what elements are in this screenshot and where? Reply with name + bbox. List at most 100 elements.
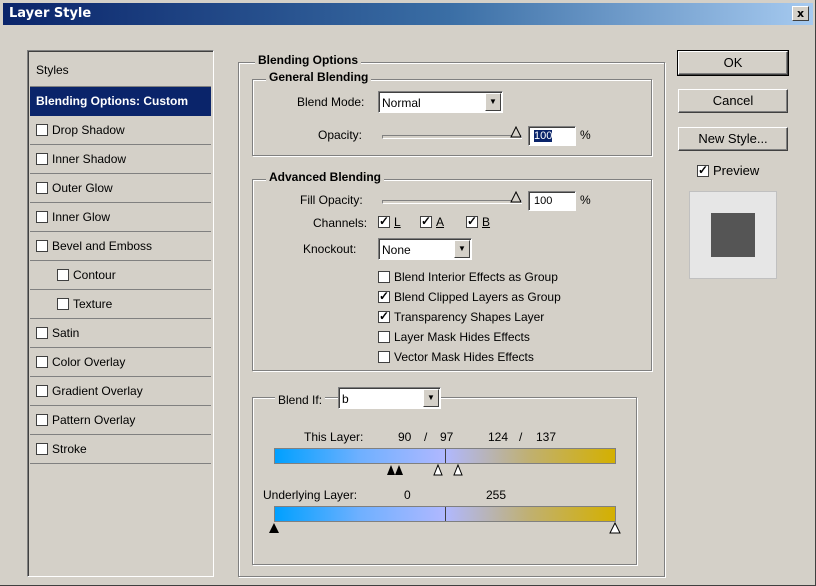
this-layer-high: 124 (488, 430, 509, 444)
style-item-blending-options[interactable]: Blending Options: Custom (30, 87, 211, 116)
checkbox[interactable] (36, 327, 48, 339)
blend-mode-value: Normal (382, 96, 421, 110)
fill-opacity-input[interactable]: 100 (528, 191, 576, 211)
option-label: Vector Mask Hides Effects (394, 350, 534, 364)
style-item-texture[interactable]: Texture (30, 290, 211, 319)
style-item-outer-glow[interactable]: Outer Glow (30, 174, 211, 203)
styles-header[interactable]: Styles (30, 53, 211, 87)
option-blend-interior-effects-as-group-checkbox[interactable]: Blend Interior Effects as Group (378, 270, 558, 284)
chevron-down-icon: ▼ (423, 389, 439, 407)
cancel-button[interactable]: Cancel (678, 89, 788, 113)
style-item-label: Satin (52, 326, 80, 340)
underlying-layer-ramp-split (445, 507, 446, 521)
style-item-label: Outer Glow (52, 181, 113, 195)
opacity-label: Opacity: (318, 128, 363, 142)
checkbox[interactable] (378, 351, 390, 363)
channel-a-label: A (436, 215, 445, 229)
underlying-layer-sliders[interactable] (268, 522, 628, 535)
channel-l-checkbox[interactable]: L (378, 214, 401, 229)
style-item-drop-shadow[interactable]: Drop Shadow (30, 116, 211, 145)
checkbox[interactable] (36, 124, 48, 136)
opacity-slider-thumb[interactable] (510, 126, 522, 138)
checkbox[interactable] (36, 414, 48, 426)
knockout-value: None (382, 243, 411, 257)
checkbox[interactable] (378, 289, 390, 303)
style-item-contour[interactable]: Contour (30, 261, 211, 290)
blend-mode-label: Blend Mode: (297, 95, 365, 109)
blend-mode-select[interactable]: Normal ▼ (378, 91, 503, 113)
style-item-label: Drop Shadow (52, 123, 125, 137)
underlying-layer-high: 255 (486, 488, 507, 502)
checkbox[interactable] (57, 298, 69, 310)
checkbox[interactable] (36, 385, 48, 397)
checkbox[interactable] (36, 182, 48, 194)
style-item-inner-shadow[interactable]: Inner Shadow (30, 145, 211, 174)
option-label: Blend Interior Effects as Group (394, 270, 558, 284)
fill-opacity-slider-thumb[interactable] (510, 191, 522, 203)
underlying-layer-ramp[interactable] (274, 506, 616, 522)
option-vector-mask-hides-effects-checkbox[interactable]: Vector Mask Hides Effects (378, 350, 534, 364)
style-item-label: Pattern Overlay (52, 413, 136, 427)
fill-opacity-unit: % (580, 193, 591, 207)
close-button[interactable]: x (792, 6, 809, 21)
this-layer-sliders[interactable] (385, 464, 475, 477)
style-item-pattern-overlay[interactable]: Pattern Overlay (30, 406, 211, 435)
preview-label: Preview (713, 163, 760, 178)
channel-b-checkbox[interactable]: B (466, 214, 491, 229)
knockout-select[interactable]: None ▼ (378, 238, 472, 260)
option-label: Blend Clipped Layers as Group (394, 290, 561, 304)
blend-if-label: Blend If: (275, 393, 326, 407)
style-item-label: Color Overlay (52, 355, 126, 369)
this-layer-label: This Layer: (304, 430, 364, 444)
blend-if-group (252, 397, 637, 565)
chevron-down-icon: ▼ (454, 240, 470, 258)
checkbox[interactable] (378, 331, 390, 343)
checkbox[interactable] (466, 214, 478, 228)
checkbox[interactable] (36, 356, 48, 368)
blending-options-title: Blending Options (255, 53, 361, 67)
this-layer-low-2: 97 (440, 430, 454, 444)
channel-a-checkbox[interactable]: A (420, 214, 445, 229)
style-item-label: Texture (73, 297, 113, 311)
preview-checkbox[interactable]: Preview (697, 163, 759, 178)
style-item-stroke[interactable]: Stroke (30, 435, 211, 464)
new-style-button[interactable]: New Style... (678, 127, 788, 151)
checkbox[interactable] (378, 214, 390, 228)
style-item-color-overlay[interactable]: Color Overlay (30, 348, 211, 377)
checkbox[interactable] (36, 211, 48, 223)
this-layer-high-2: 137 (536, 430, 557, 444)
option-transparency-shapes-layer-checkbox[interactable]: Transparency Shapes Layer (378, 309, 544, 324)
opacity-unit: % (580, 128, 591, 142)
option-blend-clipped-layers-as-group-checkbox[interactable]: Blend Clipped Layers as Group (378, 289, 561, 304)
style-item-bevel-and-emboss[interactable]: Bevel and Emboss (30, 232, 211, 261)
opacity-input[interactable]: 100 (528, 126, 576, 146)
checkbox[interactable] (36, 240, 48, 252)
style-item-label: Stroke (52, 442, 87, 456)
checkbox[interactable] (36, 443, 48, 455)
style-item-gradient-overlay[interactable]: Gradient Overlay (30, 377, 211, 406)
style-item-label: Gradient Overlay (52, 384, 143, 398)
style-item-satin[interactable]: Satin (30, 319, 211, 348)
layer-style-dialog: Layer Style x Styles Blending Options: C… (0, 0, 816, 586)
style-item-inner-glow[interactable]: Inner Glow (30, 203, 211, 232)
checkbox[interactable] (378, 271, 390, 283)
checkbox[interactable] (36, 153, 48, 165)
blend-if-select[interactable]: b ▼ (338, 387, 441, 409)
blend-if-value: b (342, 392, 349, 406)
channel-b-label: B (482, 215, 491, 229)
option-layer-mask-hides-effects-checkbox[interactable]: Layer Mask Hides Effects (378, 330, 530, 344)
style-item-label: Contour (73, 268, 116, 282)
fill-opacity-slider[interactable] (382, 200, 522, 204)
checkbox[interactable] (697, 163, 709, 177)
checkbox[interactable] (378, 309, 390, 323)
styles-header-label: Styles (36, 62, 69, 77)
this-layer-ramp[interactable] (274, 448, 616, 464)
checkbox[interactable] (57, 269, 69, 281)
general-blending-title: General Blending (266, 70, 372, 84)
title-bar[interactable]: Layer Style x (3, 3, 813, 25)
checkbox[interactable] (420, 214, 432, 228)
option-label: Layer Mask Hides Effects (394, 330, 530, 344)
ok-button[interactable]: OK (677, 50, 789, 76)
opacity-slider[interactable] (382, 135, 522, 139)
preview-swatch (711, 213, 755, 257)
